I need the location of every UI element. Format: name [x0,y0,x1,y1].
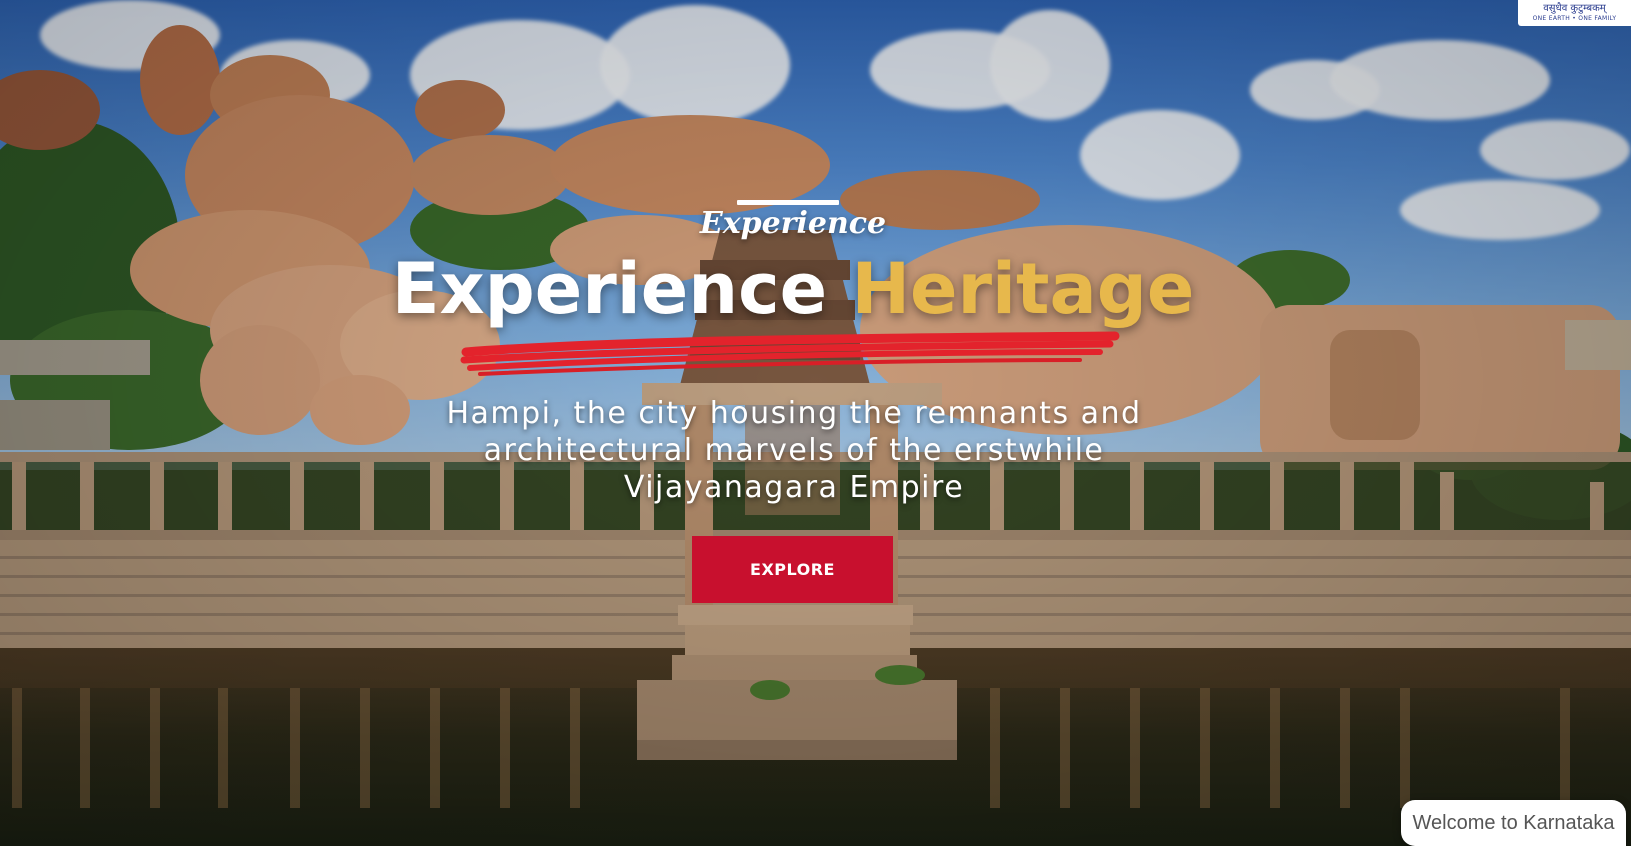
hero-tagline: Hampi, the city housing the remnants and… [446,396,1142,505]
eyebrow-divider [737,200,839,205]
headline-white-word: Experience [391,248,828,330]
headline-gold-word: Heritage [851,248,1195,330]
hero-headline: Experience Heritage [0,247,1586,331]
chat-welcome-text: Welcome to Karnataka [1412,811,1615,834]
explore-button[interactable]: EXPLORE [692,536,893,603]
red-brush-underline [460,331,1120,376]
hero-section: Experience Experience Heritage Hampi, th… [0,0,1631,846]
chat-welcome-bubble[interactable]: Welcome to Karnataka [1401,800,1626,846]
hero-eyebrow: Experience [699,206,887,241]
